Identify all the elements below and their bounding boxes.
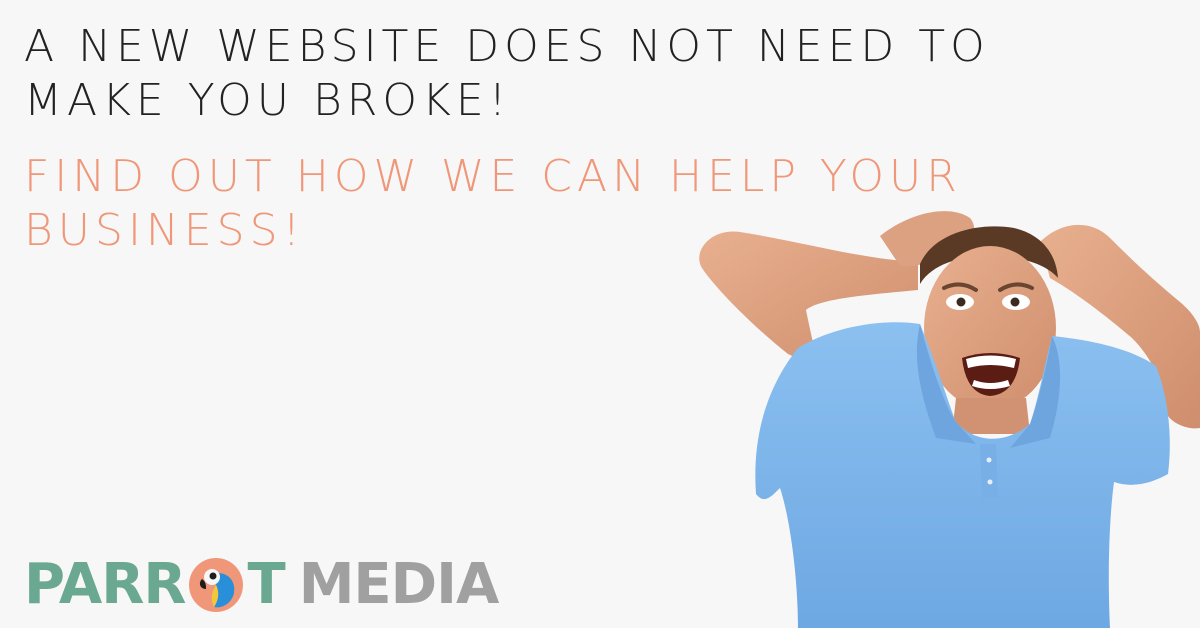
- headline: A NEW WEBSITE DOES NOT NEED TO MAKE YOU …: [24, 21, 990, 126]
- stressed-man-photo: [699, 211, 1200, 628]
- logo-parrot-word: PARR T: [24, 552, 286, 618]
- parrot-media-logo: PARR T MEDIA: [24, 552, 500, 618]
- ad-banner: A NEW WEBSITE DOES NOT NEED TO MAKE YOU …: [0, 0, 1200, 628]
- logo-media-word: MEDIA: [298, 552, 500, 617]
- logo-parrot-text-start: PARR: [24, 552, 186, 617]
- parrot-icon: [188, 557, 244, 613]
- logo-parrot-text-end: T: [247, 552, 285, 617]
